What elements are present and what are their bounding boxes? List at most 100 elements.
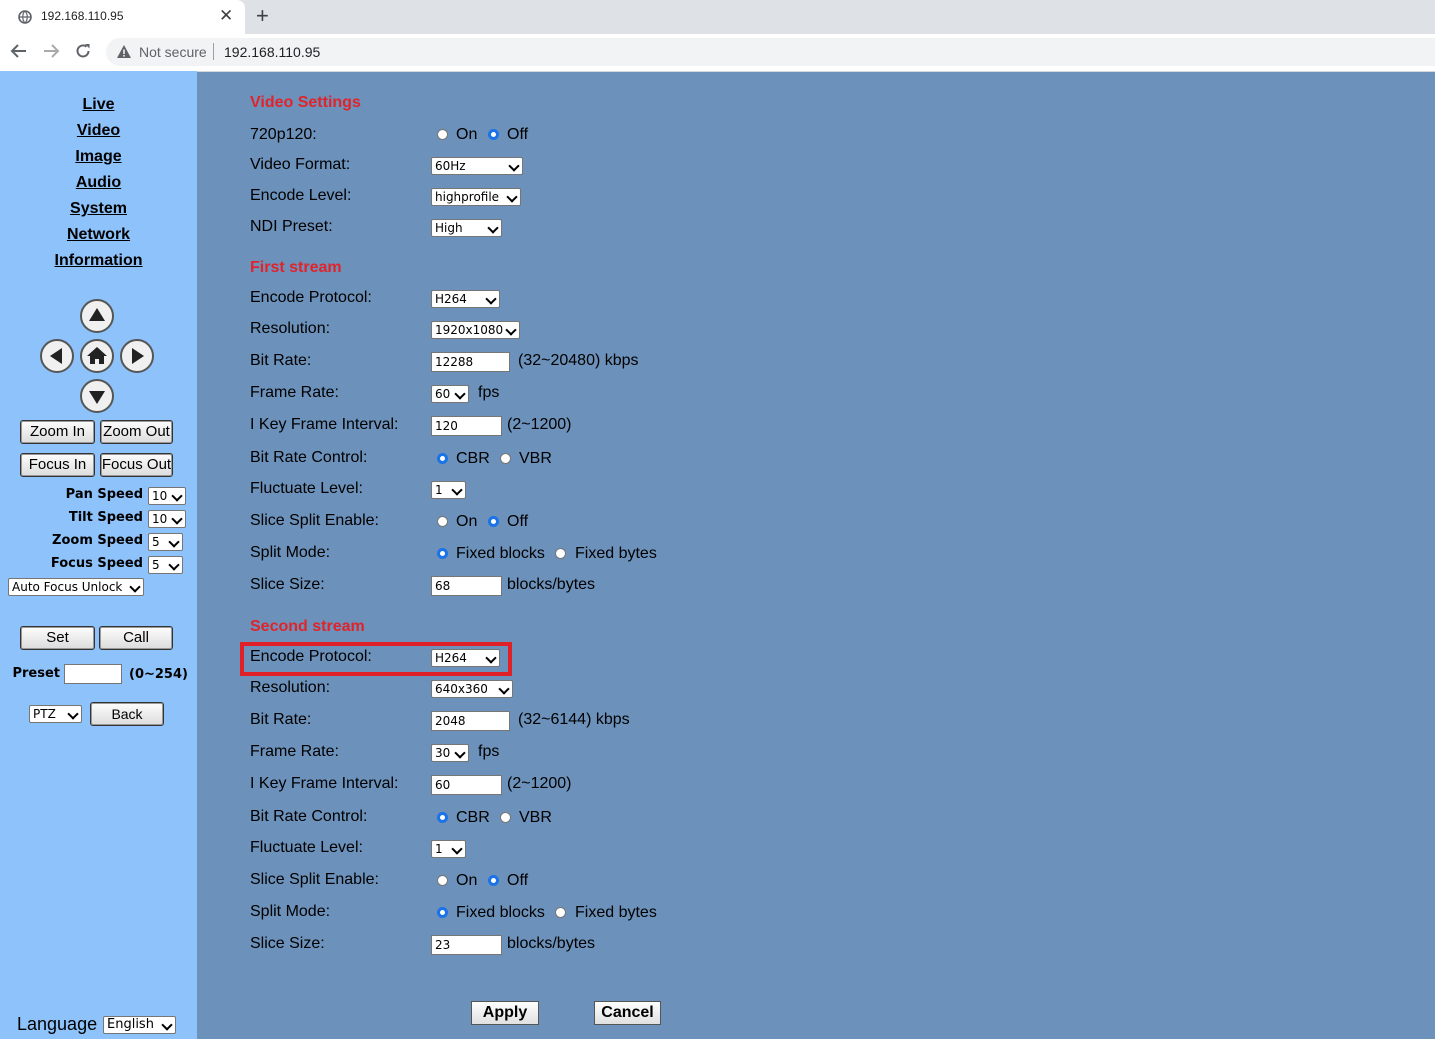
zoom-out-button[interactable]: Zoom Out [100,420,173,444]
ss-fixed-blocks-label[interactable]: Fixed blocks [456,904,545,922]
fs-bit-rate-control-label: Bit Rate Control: [250,449,368,466]
720p120-off-label[interactable]: Off [507,126,528,144]
nav-image[interactable]: Image [0,148,197,166]
ss-slice-split-on-radio[interactable] [437,875,448,886]
ss-slice-split-on-label[interactable]: On [456,872,477,890]
zoom-in-button[interactable]: Zoom In [20,420,95,444]
mode-select[interactable]: PTZ [29,705,82,723]
encode-level-value: highprofile [435,190,500,204]
ss-resolution-value: 640x360 [435,682,488,696]
fs-vbr-label[interactable]: VBR [519,450,552,468]
ss-slice-size-input[interactable]: 23 [431,935,502,955]
warning-icon[interactable] [116,44,132,60]
ss-vbr-radio[interactable] [500,812,511,823]
sidebar: Live Video Image Audio System Network In… [0,71,197,1039]
preset-input[interactable] [64,664,122,684]
call-preset-button[interactable]: Call [99,626,173,650]
fs-key-frame-range: (2~1200) [507,416,572,433]
focus-in-button[interactable]: Focus In [20,453,95,477]
fs-frame-rate-select[interactable]: 60 [431,385,469,403]
nav-live[interactable]: Live [0,96,197,114]
ss-slice-split-off-label[interactable]: Off [507,872,528,890]
focus-speed-select[interactable]: 5 [148,556,183,574]
ss-cbr-label[interactable]: CBR [456,809,490,827]
focus-mode-select[interactable]: Auto Focus Unlock [8,578,144,596]
ss-key-frame-input[interactable]: 60 [431,775,502,795]
ss-resolution-select[interactable]: 640x360 [431,680,513,698]
ptz-left-button[interactable] [40,339,74,373]
ss-resolution-label: Resolution: [250,679,331,696]
nav-system[interactable]: System [0,200,197,218]
tilt-speed-select[interactable]: 10 [148,510,186,528]
nav-video[interactable]: Video [0,122,197,140]
fs-fluctuate-select[interactable]: 1 [431,481,466,499]
fs-slice-size-label: Slice Size: [250,576,325,593]
fs-resolution-select[interactable]: 1920x1080 [431,321,520,339]
fs-cbr-radio[interactable] [437,453,448,464]
fs-slice-size-input[interactable]: 68 [431,576,502,596]
fs-bit-rate-input[interactable]: 12288 [431,352,510,372]
fs-slice-split-off-label[interactable]: Off [507,513,528,531]
fs-bit-rate-range: (32~20480) kbps [518,352,639,369]
encode-level-label: Encode Level: [250,187,352,204]
fs-key-frame-input[interactable]: 120 [431,416,502,436]
forward-arrow-icon[interactable] [42,42,60,60]
nav-network[interactable]: Network [0,226,197,244]
encode-level-select[interactable]: highprofile [431,188,521,206]
zoom-speed-select[interactable]: 5 [148,533,183,551]
back-button[interactable]: Back [90,702,164,726]
cancel-button[interactable]: Cancel [594,1001,661,1025]
ptz-up-button[interactable] [80,299,114,333]
720p120-on-label[interactable]: On [456,126,477,144]
reload-icon[interactable] [74,42,92,60]
new-tab-icon[interactable]: + [256,3,269,29]
browser-tab[interactable]: 192.168.110.95 ✕ [0,0,245,34]
ss-cbr-radio[interactable] [437,812,448,823]
ss-frame-rate-select[interactable]: 30 [431,744,469,762]
720p120-off-radio[interactable] [488,129,499,140]
chevron-down-icon [498,683,510,695]
fs-fixed-blocks-radio[interactable] [437,548,448,559]
ss-frame-rate-label: Frame Rate: [250,743,339,760]
ss-fluctuate-select[interactable]: 1 [431,840,466,858]
mode-value: PTZ [33,707,56,721]
chevron-down-icon [171,490,183,502]
set-preset-button[interactable]: Set [20,626,95,650]
tilt-speed-value: 10 [152,512,168,526]
nav-audio[interactable]: Audio [0,174,197,192]
fs-encode-protocol-select[interactable]: H264 [431,290,500,308]
url-text[interactable]: 192.168.110.95 [224,44,320,60]
ptz-down-button[interactable] [80,379,114,413]
fs-vbr-radio[interactable] [500,453,511,464]
pan-speed-select[interactable]: 10 [148,487,186,505]
video-format-select[interactable]: 60Hz [431,157,523,175]
fs-slice-split-on-radio[interactable] [437,516,448,527]
ss-slice-split-off-radio[interactable] [488,875,499,886]
language-select[interactable]: English [103,1016,176,1034]
focus-out-button[interactable]: Focus Out [100,453,173,477]
nav-information[interactable]: Information [0,252,197,270]
tab-close-icon[interactable]: ✕ [219,6,233,26]
ss-bit-rate-input[interactable]: 2048 [431,711,510,731]
ss-fixed-bytes-radio[interactable] [555,907,566,918]
fs-fixed-bytes-label[interactable]: Fixed bytes [575,545,657,563]
omnibox-divider [213,43,214,60]
720p120-on-radio[interactable] [437,129,448,140]
security-label[interactable]: Not secure [139,44,207,60]
fs-fixed-bytes-radio[interactable] [555,548,566,559]
ptz-right-button[interactable] [120,339,154,373]
ss-fixed-bytes-label[interactable]: Fixed bytes [575,904,657,922]
ndi-preset-select[interactable]: High [431,219,502,237]
ss-fixed-blocks-radio[interactable] [437,907,448,918]
ss-bit-rate-control-label: Bit Rate Control: [250,808,368,825]
fs-slice-split-off-radio[interactable] [488,516,499,527]
fs-cbr-label[interactable]: CBR [456,450,490,468]
apply-button[interactable]: Apply [471,1001,539,1025]
back-arrow-icon[interactable] [10,42,28,60]
fs-slice-split-on-label[interactable]: On [456,513,477,531]
fs-fixed-blocks-label[interactable]: Fixed blocks [456,545,545,563]
omnibox[interactable]: Not secure 192.168.110.95 [106,38,1435,66]
ss-vbr-label[interactable]: VBR [519,809,552,827]
ptz-home-button[interactable] [80,339,114,373]
ss-encode-protocol-select[interactable]: H264 [431,649,500,667]
